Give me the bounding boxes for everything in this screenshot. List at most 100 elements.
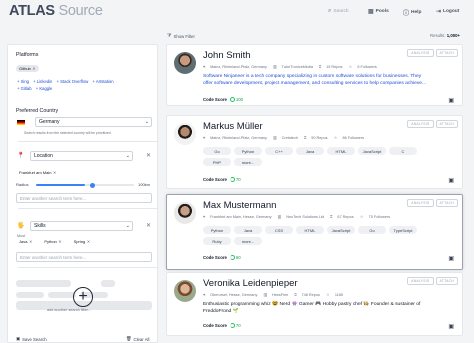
followers-icon: ☺ [325,293,330,297]
results-label: Results: [430,33,446,38]
avatar [174,123,196,145]
more-tags-link[interactable]: more... [234,158,262,166]
location-filter-select[interactable]: Location ⌄ [30,151,133,161]
candidate-name[interactable]: Veronika Leidenpieper [203,278,298,289]
card-actions: ANALYSIS ATTACH [407,277,458,285]
code-score-value: 70 [235,177,241,182]
company-icon: ▥ [272,136,277,140]
suggestion-kaggle[interactable]: + Kaggle [36,86,53,91]
divider [18,208,158,209]
candidate-name[interactable]: Max Mustermann [203,200,276,211]
analysis-button[interactable]: ANALYSIS [407,120,434,128]
remove-icon[interactable]: ✕ [32,66,35,71]
meta-repos: 90 Repos [311,136,328,140]
suggestion-stackoverflow[interactable]: + Stack Overflow [57,79,89,84]
suggestion-xing[interactable]: + Xing [17,79,29,84]
candidate-bio: Software Ninjaneer is a tech company spe… [203,73,453,87]
meta-repos: 748 Repos [301,293,320,297]
divider [18,267,158,268]
attach-button[interactable]: ATTACH [435,120,458,128]
code-score-value: 100 [235,97,244,102]
bio-line: offer software development, project mana… [203,81,427,86]
remove-icon[interactable]: ✕ [53,170,56,175]
candidate-card[interactable]: Veronika Leidenpieper ⌖ Oberursel, Hesse,… [166,272,463,336]
chip-label: Python [44,239,57,244]
save-candidate-icon[interactable]: ▣ [448,97,454,104]
nav-logout[interactable]: ⇥ Logout [436,8,459,15]
meta-followers: 1185 [334,293,344,297]
nav-pools[interactable]: ▦ Pools [368,8,389,15]
save-candidate-icon[interactable]: ▣ [448,255,454,262]
filter-icon: ⧩ [167,33,172,39]
analysis-button[interactable]: ANALYSIS [407,277,434,285]
skill-tag: C [389,147,417,155]
candidate-card[interactable]: Markus Müller ⌖ Mainz, Rheinland-Pfalz, G… [166,115,463,189]
attach-button[interactable]: ATTACH [435,199,458,207]
show-filter-toggle[interactable]: ⧩ Show Filter [167,33,195,39]
candidate-card[interactable]: John Smith ⌖ Mainz, Rheinland-Pfalz, Germ… [166,44,463,106]
nav-logout-label: Logout [443,9,460,14]
candidate-name[interactable]: Markus Müller [203,121,263,132]
suggestion-linkedin[interactable]: + Linkedin [33,79,52,84]
remove-location-filter-icon[interactable]: ✕ [146,152,151,159]
results-count: Results: 1,000+ [430,33,460,38]
candidate-card[interactable]: Max Mustermann ⌖ Frankfurt am Main, Hesse… [166,194,463,270]
code-score: Code Score 70 [203,177,241,182]
suggestion-artstation[interactable]: + Artstation [93,79,114,84]
location-search-input[interactable]: Enter another search term here... [16,193,152,203]
skill-chip-python[interactable]: Python ✕ [41,238,65,245]
score-ring-icon [229,323,235,328]
suggestion-gitlab[interactable]: + Gitlab [17,86,32,91]
input-placeholder: Enter another search term here... [20,254,87,260]
skill-chip-java[interactable]: Java ✕ [16,238,36,245]
analysis-button[interactable]: ANALYSIS [407,199,434,207]
more-tags-link[interactable]: more... [234,237,262,245]
meta-location: Frankfurt am Main, Hesse, Germany [210,215,272,219]
location-chip[interactable]: Frankfurt am Main ✕ [16,169,60,176]
candidate-name[interactable]: John Smith [203,50,251,61]
remove-icon[interactable]: ✕ [87,239,90,244]
meta-repos: 67 Repos [337,215,354,219]
save-candidate-icon[interactable]: ▣ [448,323,454,330]
skill-tag: Java [234,226,262,234]
add-filter-button[interactable]: + [73,287,93,307]
attach-button[interactable]: ATTACH [435,49,458,57]
chip-label: Spring [73,239,86,244]
repo-icon: ⌗ [330,215,333,219]
plus-icon: + [78,288,88,305]
help-icon: ⓘ [403,11,410,17]
nav-help-label: Help [411,10,422,15]
skill-tag: CSS [265,226,293,234]
skills-filter-select[interactable]: Skills ⌄ [30,221,133,231]
skill-chip-spring[interactable]: Spring ✕ [70,238,94,245]
candidate-meta: ⌖ Mainz, Rheinland-Pfalz, Germany ▥ Cretot… [203,135,369,140]
skill-tag: Ruby [203,237,231,245]
clear-all-button[interactable]: 🗑 Clear All [126,336,149,342]
code-score-value: 60 [235,255,241,260]
meta-followers: 5 Followers [357,65,377,69]
bio-line: Software Ninjaneer is a tech company spe… [203,74,422,79]
nav-help[interactable]: ⓘ Help [403,8,421,17]
remove-icon[interactable]: ✕ [29,239,32,244]
chip-label: Github [19,66,31,71]
chevron-down-icon: ⌄ [125,153,130,159]
attach-button[interactable]: ATTACH [435,277,458,285]
country-select[interactable]: Germany ⌄ [35,117,152,127]
repo-icon: ⌗ [294,293,297,297]
remove-skills-filter-icon[interactable]: ✕ [146,222,151,229]
code-score: Code Score 70 [203,323,241,328]
skill-tag: Python [203,226,231,234]
nav-search[interactable]: ⌕ Search [328,8,349,15]
platform-chip-github[interactable]: Github ✕ [16,65,39,72]
country-hint: Search results from the selected country… [24,131,111,135]
company-icon: ▥ [272,65,277,69]
skills-search-input[interactable]: Enter another search term here... [16,252,152,262]
app-logo[interactable]: ATLAS Source [9,3,103,19]
remove-icon[interactable]: ✕ [58,239,61,244]
radius-slider-thumb[interactable] [89,182,95,188]
save-candidate-icon[interactable]: ▣ [448,177,454,184]
analysis-button[interactable]: ANALYSIS [407,49,434,57]
show-filter-label: Show Filter [173,33,195,39]
location-pin-icon: 📍 [17,153,25,159]
save-search-button[interactable]: ▣ Save Search [16,336,47,342]
